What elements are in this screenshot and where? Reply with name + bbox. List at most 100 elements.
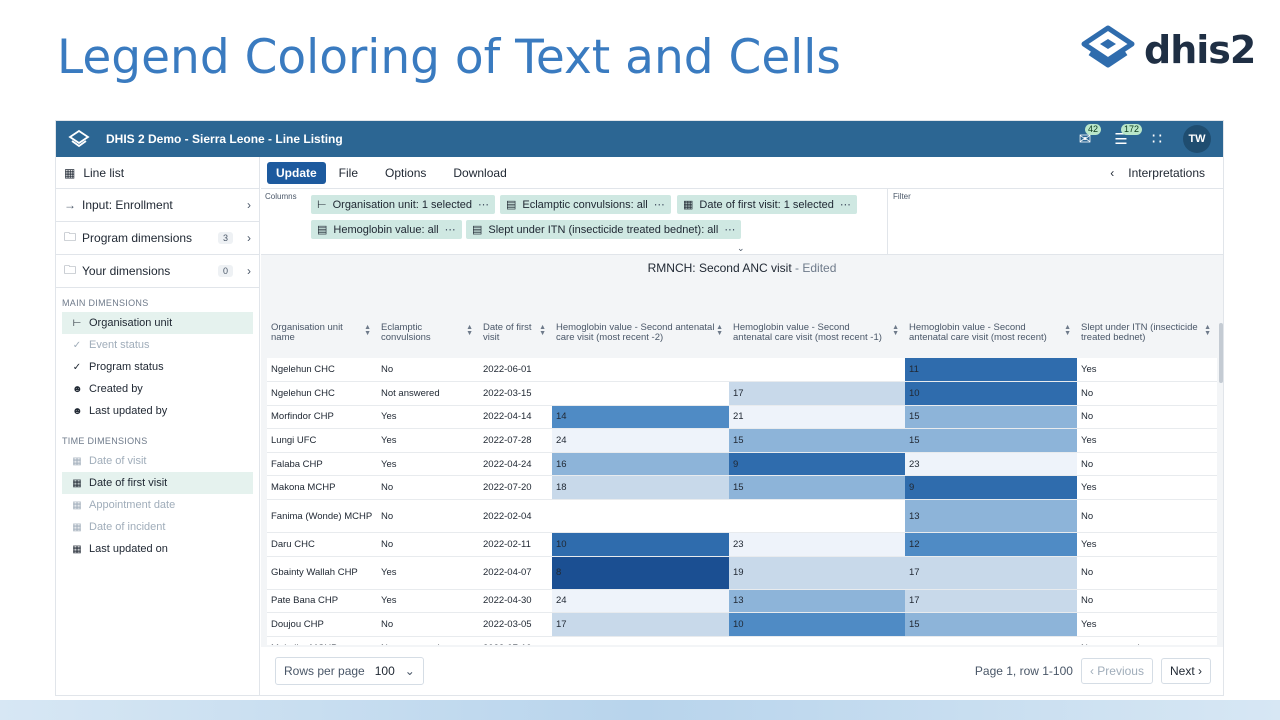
dimension-created-by[interactable]: ☻ Created by xyxy=(62,378,253,400)
column-header-label: Hemoglobin value - Second antenatal care… xyxy=(733,322,882,343)
table-cell: 9 xyxy=(729,452,905,477)
options-menu[interactable]: Options xyxy=(372,166,440,180)
table-row[interactable]: Makaiba MCHPNot answered2022-07-10Not an… xyxy=(267,636,1217,645)
table-cell: Pate Bana CHP xyxy=(267,589,377,614)
dimension-event-status[interactable]: ✓ Event status xyxy=(62,334,253,356)
interpretations-button[interactable]: ☰ 172 xyxy=(1103,121,1143,157)
table-scrollbar[interactable] xyxy=(1218,317,1223,645)
dimension-program-status[interactable]: ✓ Program status xyxy=(62,356,253,378)
next-page-button[interactable]: Next › xyxy=(1160,658,1211,684)
dimension-date-of-visit[interactable]: ▦ Date of visit xyxy=(62,450,253,472)
table-cell: 2022-04-24 xyxy=(479,452,552,477)
interpretations-toggle[interactable]: ‹ Interpretations xyxy=(1110,166,1205,180)
table-row[interactable]: Lungi UFC Yes 2022-07-28 24 15 15 Yes xyxy=(267,428,1217,453)
dimension-date-of-incident[interactable]: ▦ Date of incident xyxy=(62,516,253,538)
data-element-icon: ▤ xyxy=(506,199,517,211)
table-row[interactable]: Ngelehun CHC Not answered 2022-03-15 17 10 No xyxy=(267,381,1217,406)
more-icon[interactable]: ⋯ xyxy=(724,223,735,236)
chip-slept-under-itn[interactable]: ▤ Slept under ITN (insecticide treated b… xyxy=(466,220,742,239)
sidebar: ▦ Line list → Input: Enrollment › 🗀 Prog… xyxy=(56,157,260,695)
table-cell: Ngelehun CHC xyxy=(267,381,377,406)
file-menu[interactable]: File xyxy=(326,166,372,180)
visualization-name: RMNCH: Second ANC visit xyxy=(647,261,792,275)
table-cell: No xyxy=(377,612,479,637)
update-button[interactable]: Update xyxy=(267,161,326,184)
apps-menu-button[interactable]: ∷ xyxy=(1139,121,1175,157)
sort-icon[interactable]: ▲ ▼ xyxy=(716,324,723,337)
more-icon[interactable]: ⋯ xyxy=(840,198,851,211)
sort-icon[interactable]: ▲ ▼ xyxy=(892,324,899,337)
chevron-down-icon[interactable]: ⌄ xyxy=(737,243,745,254)
column-header[interactable]: Slept under ITN (insecticide treated bed… xyxy=(1077,317,1217,358)
table-row[interactable]: Makona MCHP No 2022-07-20 18 15 9 Yes xyxy=(267,475,1217,501)
sort-icon[interactable]: ▲ ▼ xyxy=(364,324,371,337)
your-dimensions-label: Your dimensions xyxy=(82,264,171,278)
dhis2-logo: dhis2 xyxy=(1080,24,1256,76)
your-dimensions-count: 0 xyxy=(217,265,233,277)
table-row[interactable]: Ngelehun CHC No 2022-06-01 11 Yes xyxy=(267,358,1217,383)
sort-icon[interactable]: ▲ ▼ xyxy=(1064,324,1071,337)
more-icon[interactable]: ⋯ xyxy=(654,198,665,211)
column-header[interactable]: Eclamptic convulsions ▲ ▼ xyxy=(377,317,479,358)
table-row[interactable]: Fanima (Wonde) MCHP No 2022-02-04 13 No xyxy=(267,499,1217,534)
input-selector[interactable]: → Input: Enrollment › xyxy=(56,189,259,222)
download-menu[interactable]: Download xyxy=(440,166,520,180)
table-cell xyxy=(552,381,729,406)
column-header[interactable]: Hemoglobin value - Second antenatal care… xyxy=(729,317,905,358)
table-cell xyxy=(905,636,1077,645)
table-cell: No xyxy=(1077,499,1217,534)
chip-date-of-first-visit[interactable]: ▦ Date of first visit: 1 selected ⋯ xyxy=(677,195,857,214)
table-cell: Doujou CHP xyxy=(267,612,377,637)
user-avatar[interactable]: TW xyxy=(1183,125,1211,153)
your-dimensions-toggle[interactable]: 🗀 Your dimensions 0 › xyxy=(56,255,259,288)
table-row[interactable]: Gbainty Wallah CHP Yes 2022-04-07 8 19 17 No xyxy=(267,556,1217,590)
table-cell: 2022-02-11 xyxy=(479,532,552,557)
chip-organisation-unit[interactable]: ⊢ Organisation unit: 1 selected ⋯ xyxy=(311,195,496,214)
dhis2-logo-icon[interactable] xyxy=(68,129,90,149)
data-table: Organisation unit name ▲ ▼ Eclamptic convul… xyxy=(267,317,1217,645)
rows-per-page-select[interactable]: Rows per page 100 ⌄ xyxy=(275,657,424,685)
table-cell: 15 xyxy=(905,612,1077,637)
dimension-appointment-date[interactable]: ▦ Appointment date xyxy=(62,494,253,516)
dimension-date-of-first-visit[interactable]: ▦ Date of first visit xyxy=(62,472,253,494)
table-row[interactable]: Falaba CHP Yes 2022-04-24 16 9 23 No xyxy=(267,452,1217,477)
dimension-last-updated-on[interactable]: ▦ Last updated on xyxy=(62,538,253,560)
chip-label: Slept under ITN (insecticide treated bed… xyxy=(488,223,719,236)
chip-eclamptic-convulsions[interactable]: ▤ Eclamptic convulsions: all ⋯ xyxy=(500,195,671,214)
previous-page-button[interactable]: ‹ Previous xyxy=(1080,658,1153,684)
table-row[interactable]: Doujou CHP No 2022-03-05 17 10 15 Yes xyxy=(267,612,1217,637)
slide-title: Legend Coloring of Text and Cells xyxy=(57,30,841,85)
table-row[interactable]: Morfindor CHP Yes 2022-04-14 14 21 15 No xyxy=(267,405,1217,430)
scrollbar-thumb[interactable] xyxy=(1219,323,1223,383)
column-header[interactable]: Hemoglobin value - Second antenatal care… xyxy=(552,317,729,358)
calendar-icon: ▦ xyxy=(72,499,82,511)
column-header[interactable]: Hemoglobin value - Second antenatal care… xyxy=(905,317,1077,358)
menu-bar: Update File Options Download ‹ Interpret… xyxy=(261,157,1223,189)
dimension-label: Last updated on xyxy=(89,543,168,555)
program-dimensions-toggle[interactable]: 🗀 Program dimensions 3 › xyxy=(56,222,259,255)
folder-icon: 🗀 xyxy=(64,229,77,244)
chevron-right-icon: › xyxy=(247,264,251,278)
more-icon[interactable]: ⋯ xyxy=(445,223,456,236)
column-header-label: Eclamptic convulsions xyxy=(381,322,431,343)
line-list-type[interactable]: ▦ Line list xyxy=(56,157,259,189)
table-cell: 10 xyxy=(729,612,905,637)
dimension-organisation-unit[interactable]: ⊢ Organisation unit xyxy=(62,312,253,334)
sort-icon[interactable]: ▲ ▼ xyxy=(466,324,473,337)
table-cell: 9 xyxy=(905,475,1077,501)
table-cell: Falaba CHP xyxy=(267,452,377,477)
sort-icon[interactable]: ▲ ▼ xyxy=(1204,324,1211,337)
filter-label: Filter xyxy=(893,192,911,201)
table-cell: No xyxy=(1077,381,1217,406)
table-cell: 2022-07-20 xyxy=(479,475,552,501)
column-header[interactable]: Date of first visit ▲ ▼ xyxy=(479,317,552,358)
sort-icon[interactable]: ▲ ▼ xyxy=(539,324,546,337)
column-header[interactable]: Organisation unit name ▲ ▼ xyxy=(267,317,377,358)
table-row[interactable]: Pate Bana CHP Yes 2022-04-30 24 13 17 No xyxy=(267,589,1217,614)
dimension-last-updated-by[interactable]: ☻ Last updated by xyxy=(62,400,253,422)
messages-button[interactable]: ✉ 42 xyxy=(1067,121,1103,157)
chip-hemoglobin-value[interactable]: ▤ Hemoglobin value: all ⋯ xyxy=(311,220,462,239)
table-cell: 15 xyxy=(905,428,1077,453)
more-icon[interactable]: ⋯ xyxy=(478,198,489,211)
table-row[interactable]: Daru CHC No 2022-02-11 10 23 12 Yes xyxy=(267,532,1217,557)
